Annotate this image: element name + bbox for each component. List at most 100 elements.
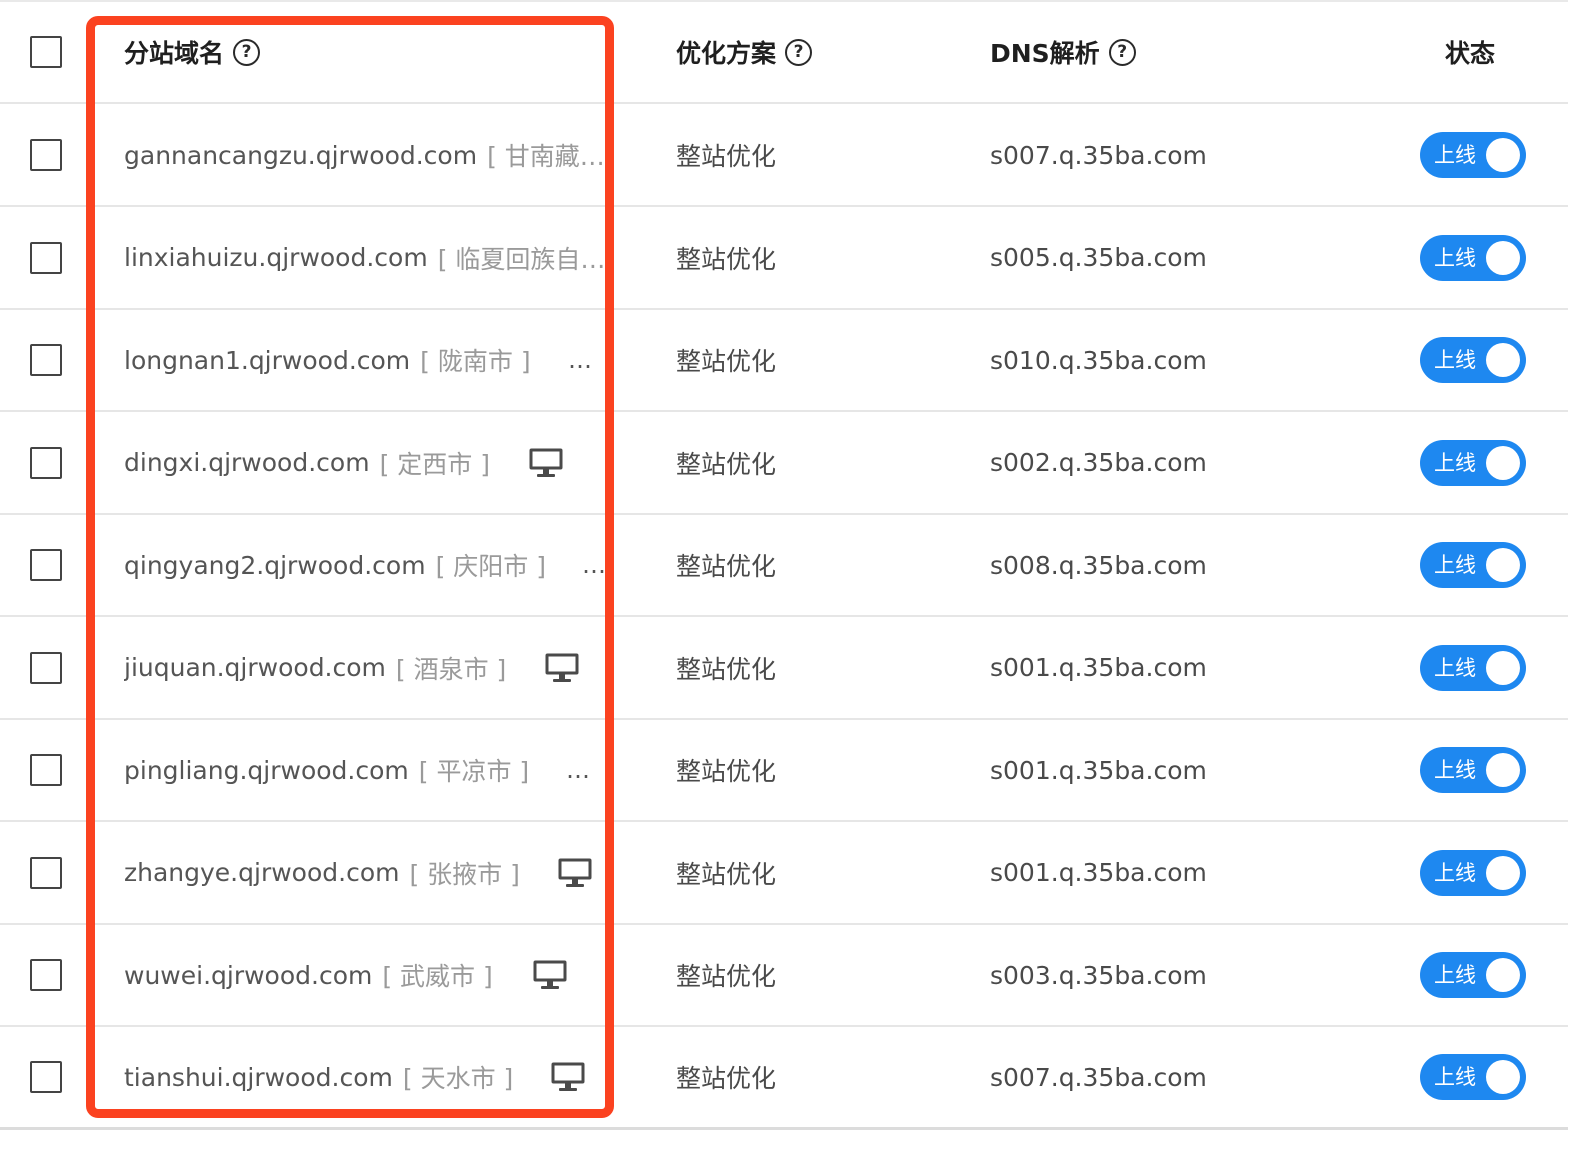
status-toggle[interactable]: 上线 bbox=[1420, 234, 1526, 281]
table-row: qingyang2.qjrwood.com [ 庆阳市 ] … 整站优化 s008.q.… bbox=[0, 515, 1568, 617]
question-circle-icon[interactable]: ? bbox=[785, 38, 813, 66]
subsite-domain[interactable]: gannancangzu.qjrwood.com bbox=[124, 141, 477, 170]
status-toggle-label: 上线 bbox=[1434, 758, 1476, 782]
row-checkbox[interactable] bbox=[30, 754, 62, 786]
status-toggle[interactable]: 上线 bbox=[1420, 337, 1526, 383]
table-row: wuwei.qjrwood.com [ 武威市 ] 整站优化 s003.q.35ba.… bbox=[0, 925, 1568, 1027]
row-checkbox[interactable] bbox=[30, 241, 62, 274]
subsite-city: [ 酒泉市 ] bbox=[395, 654, 507, 684]
table-row: tianshui.qjrwood.com [ 天水市 ] 整站优化 s007.q.35… bbox=[0, 1028, 1568, 1130]
optimization-plan: 整站优化 bbox=[676, 449, 777, 479]
status-toggle[interactable]: 上线 bbox=[1420, 952, 1526, 998]
subsite-domain[interactable]: linxiahuizu.qjrwood.com bbox=[124, 243, 428, 272]
status-toggle[interactable]: 上线 bbox=[1420, 644, 1526, 691]
optimization-plan: 整站优化 bbox=[676, 757, 777, 786]
toggle-knob bbox=[1486, 548, 1520, 582]
dns-record: s008.q.35ba.com bbox=[990, 550, 1207, 580]
row-checkbox[interactable] bbox=[30, 856, 62, 889]
toggle-knob bbox=[1486, 138, 1520, 172]
monitor-icon[interactable] bbox=[544, 618, 580, 718]
status-toggle[interactable]: 上线 bbox=[1420, 1054, 1526, 1100]
subsite-city: [ 武威市 ] bbox=[382, 962, 493, 991]
optimization-plan: 整站优化 bbox=[676, 859, 777, 889]
optimization-plan: 整站优化 bbox=[676, 347, 777, 376]
subsite-domain[interactable]: tianshui.qjrwood.com bbox=[124, 1063, 393, 1092]
optimization-plan: 整站优化 bbox=[676, 244, 777, 274]
dns-record: s002.q.35ba.com bbox=[990, 448, 1207, 477]
status-toggle-label: 上线 bbox=[1434, 860, 1476, 885]
toggle-knob bbox=[1486, 753, 1520, 787]
optimization-plan: 整站优化 bbox=[676, 142, 777, 171]
table-row: dingxi.qjrwood.com [ 定西市 ] 整站优化 s002.q.35ba… bbox=[0, 413, 1568, 515]
more-dots-icon[interactable]: … bbox=[566, 720, 593, 820]
dns-record: s001.q.35ba.com bbox=[990, 653, 1207, 682]
dns-record: s001.q.35ba.com bbox=[990, 858, 1207, 887]
dns-record: s007.q.35ba.com bbox=[990, 140, 1207, 170]
column-header-dns: DNS解析 bbox=[990, 39, 1100, 68]
optimization-plan: 整站优化 bbox=[676, 654, 777, 684]
toggle-knob bbox=[1486, 445, 1520, 480]
status-toggle-label: 上线 bbox=[1434, 143, 1476, 167]
question-circle-icon[interactable]: ? bbox=[1108, 38, 1136, 66]
optimization-plan: 整站优化 bbox=[676, 1064, 777, 1093]
table-row: pingliang.qjrwood.com [ 平凉市 ] … 整站优化 s001.q.… bbox=[0, 720, 1568, 822]
row-checkbox[interactable] bbox=[30, 651, 62, 684]
question-circle-icon[interactable]: ? bbox=[233, 38, 261, 66]
status-toggle[interactable]: 上线 bbox=[1420, 439, 1526, 486]
subsite-domain[interactable]: jiuquan.qjrwood.com bbox=[124, 653, 386, 682]
table-row: linxiahuizu.qjrwood.com [ 临夏回族自… 整站优化 s005.… bbox=[0, 208, 1568, 310]
subsite-domain[interactable]: longnan1.qjrwood.com bbox=[124, 346, 410, 375]
more-dots-icon[interactable]: … bbox=[568, 310, 595, 410]
subsite-domain[interactable]: qingyang2.qjrwood.com bbox=[124, 551, 426, 580]
subsite-city: [ 定西市 ] bbox=[379, 449, 490, 479]
status-toggle[interactable]: 上线 bbox=[1420, 542, 1526, 588]
select-all-checkbox[interactable] bbox=[30, 36, 62, 68]
subsite-city: [ 庆阳市 ] bbox=[435, 552, 546, 581]
subsite-domain[interactable]: zhangye.qjrwood.com bbox=[124, 858, 399, 887]
subsite-city: [ 天水市 ] bbox=[402, 1064, 514, 1093]
more-dots-icon[interactable]: … bbox=[582, 515, 609, 615]
subsite-domain[interactable]: dingxi.qjrwood.com bbox=[124, 448, 370, 477]
status-toggle[interactable]: 上线 bbox=[1420, 849, 1526, 896]
column-header-status: 状态 bbox=[1445, 39, 1496, 68]
status-toggle-label: 上线 bbox=[1434, 348, 1476, 372]
dns-record: s010.q.35ba.com bbox=[990, 345, 1207, 375]
subsite-domain[interactable]: pingliang.qjrwood.com bbox=[124, 756, 409, 785]
optimization-plan: 整站优化 bbox=[676, 962, 777, 991]
table-row: gannancangzu.qjrwood.com [ 甘南藏… 整站优化 s007.q… bbox=[0, 105, 1568, 207]
monitor-icon[interactable] bbox=[550, 1028, 586, 1127]
status-toggle-label: 上线 bbox=[1434, 245, 1476, 270]
row-checkbox[interactable] bbox=[30, 1061, 62, 1093]
subsite-city: [ 陇南市 ] bbox=[420, 347, 531, 376]
toggle-knob bbox=[1486, 343, 1520, 377]
toggle-knob bbox=[1486, 240, 1520, 275]
toggle-knob bbox=[1486, 855, 1520, 890]
dns-record: s003.q.35ba.com bbox=[990, 960, 1207, 990]
status-toggle-label: 上线 bbox=[1434, 553, 1476, 577]
optimization-plan: 整站优化 bbox=[676, 552, 777, 581]
status-toggle-label: 上线 bbox=[1434, 450, 1476, 475]
column-header-plan: 优化方案 bbox=[676, 39, 777, 68]
toggle-knob bbox=[1486, 958, 1520, 992]
table-row: jiuquan.qjrwood.com [ 酒泉市 ] 整站优化 s001.q.35b… bbox=[0, 618, 1568, 720]
dns-record: s005.q.35ba.com bbox=[990, 243, 1207, 272]
monitor-icon[interactable] bbox=[532, 925, 568, 1025]
dns-record: s007.q.35ba.com bbox=[990, 1062, 1207, 1092]
dns-record: s001.q.35ba.com bbox=[990, 755, 1207, 785]
status-toggle[interactable]: 上线 bbox=[1420, 132, 1526, 178]
monitor-icon[interactable] bbox=[557, 823, 593, 923]
status-toggle[interactable]: 上线 bbox=[1420, 747, 1526, 793]
table-row: longnan1.qjrwood.com [ 陇南市 ] … 整站优化 s010.q.3… bbox=[0, 310, 1568, 412]
row-checkbox[interactable] bbox=[30, 549, 62, 581]
subsite-domain[interactable]: wuwei.qjrwood.com bbox=[124, 961, 372, 990]
toggle-knob bbox=[1486, 1060, 1520, 1094]
subsite-city: [ 张掖市 ] bbox=[409, 859, 520, 889]
row-checkbox[interactable] bbox=[30, 344, 62, 376]
subsite-city: [ 临夏回族自… bbox=[437, 244, 606, 274]
row-checkbox[interactable] bbox=[30, 446, 62, 479]
row-checkbox[interactable] bbox=[30, 139, 62, 171]
monitor-icon[interactable] bbox=[528, 413, 564, 513]
status-toggle-label: 上线 bbox=[1434, 963, 1476, 987]
subsite-city: [ 平凉市 ] bbox=[418, 757, 530, 786]
row-checkbox[interactable] bbox=[30, 959, 62, 991]
